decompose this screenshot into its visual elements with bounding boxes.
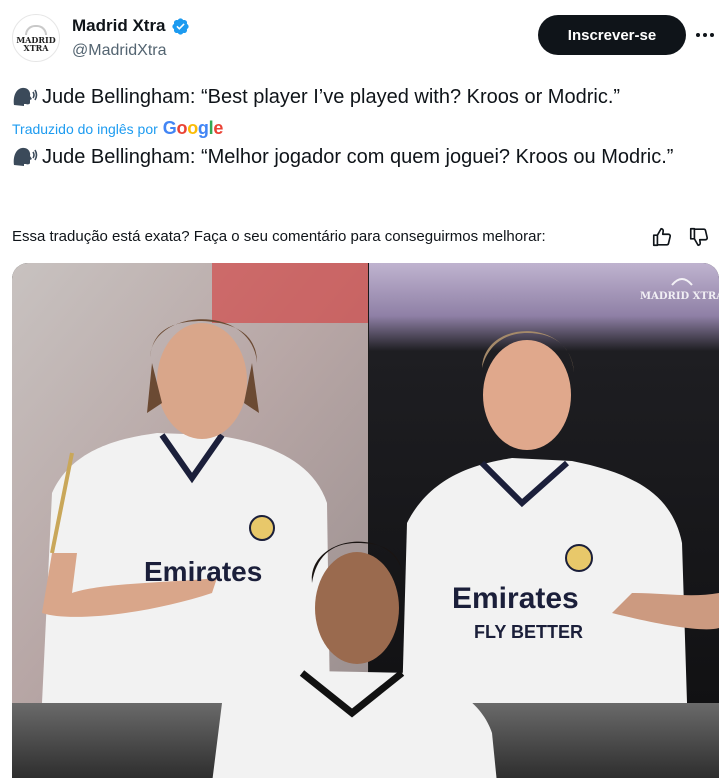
- crest-icon: [565, 544, 593, 572]
- speaking-head-icon: [13, 87, 38, 106]
- more-options-icon[interactable]: [692, 22, 718, 48]
- tweet-header: MADRID XTRA Madrid Xtra @MadridXtra Insc…: [12, 12, 714, 68]
- tweet-original-text-row: Jude Bellingham: “Best player I’ve playe…: [12, 84, 712, 110]
- avatar[interactable]: MADRID XTRA: [12, 14, 60, 62]
- tweet-translated-text: Jude Bellingham: “Melhor jogador com que…: [42, 146, 674, 168]
- tweet-translated-text-row: Jude Bellingham: “Melhor jogador com que…: [12, 144, 712, 170]
- thumbs-up-icon[interactable]: [651, 226, 673, 248]
- name-row: Madrid Xtra: [72, 16, 190, 36]
- jersey-sub-text: FLY BETTER: [474, 622, 583, 642]
- player-collage-photo: Emirates Emirates FLY BETTER MADRID XTRA: [12, 263, 719, 778]
- jersey-sponsor-text-2: Emirates: [452, 582, 579, 615]
- google-logo: Google: [162, 118, 224, 138]
- user-handle[interactable]: @MadridXtra: [72, 42, 167, 60]
- avatar-logo-text: MADRID XTRA: [16, 34, 56, 53]
- translated-by-row[interactable]: Traduzido do inglês por Google: [12, 118, 223, 139]
- thumbs-down-icon[interactable]: [688, 226, 710, 248]
- crest-icon: [249, 515, 275, 541]
- speaking-head-icon: [13, 147, 38, 166]
- tweet-media-image[interactable]: Emirates Emirates FLY BETTER MADRID XTRA: [12, 263, 719, 778]
- crown-icon: [25, 24, 47, 35]
- subscribe-button[interactable]: Inscrever-se: [538, 15, 686, 55]
- watermark-text: MADRID XTRA: [640, 291, 719, 302]
- jersey-sponsor-text: Emirates: [144, 556, 262, 587]
- verified-badge-icon: [171, 17, 189, 35]
- tweet-original-text: Jude Bellingham: “Best player I’ve playe…: [42, 86, 621, 108]
- translation-feedback-question: Essa tradução está exata? Faça o seu com…: [12, 228, 546, 245]
- translated-by-label: Traduzido do inglês por: [12, 120, 158, 137]
- display-name[interactable]: Madrid Xtra: [72, 16, 166, 36]
